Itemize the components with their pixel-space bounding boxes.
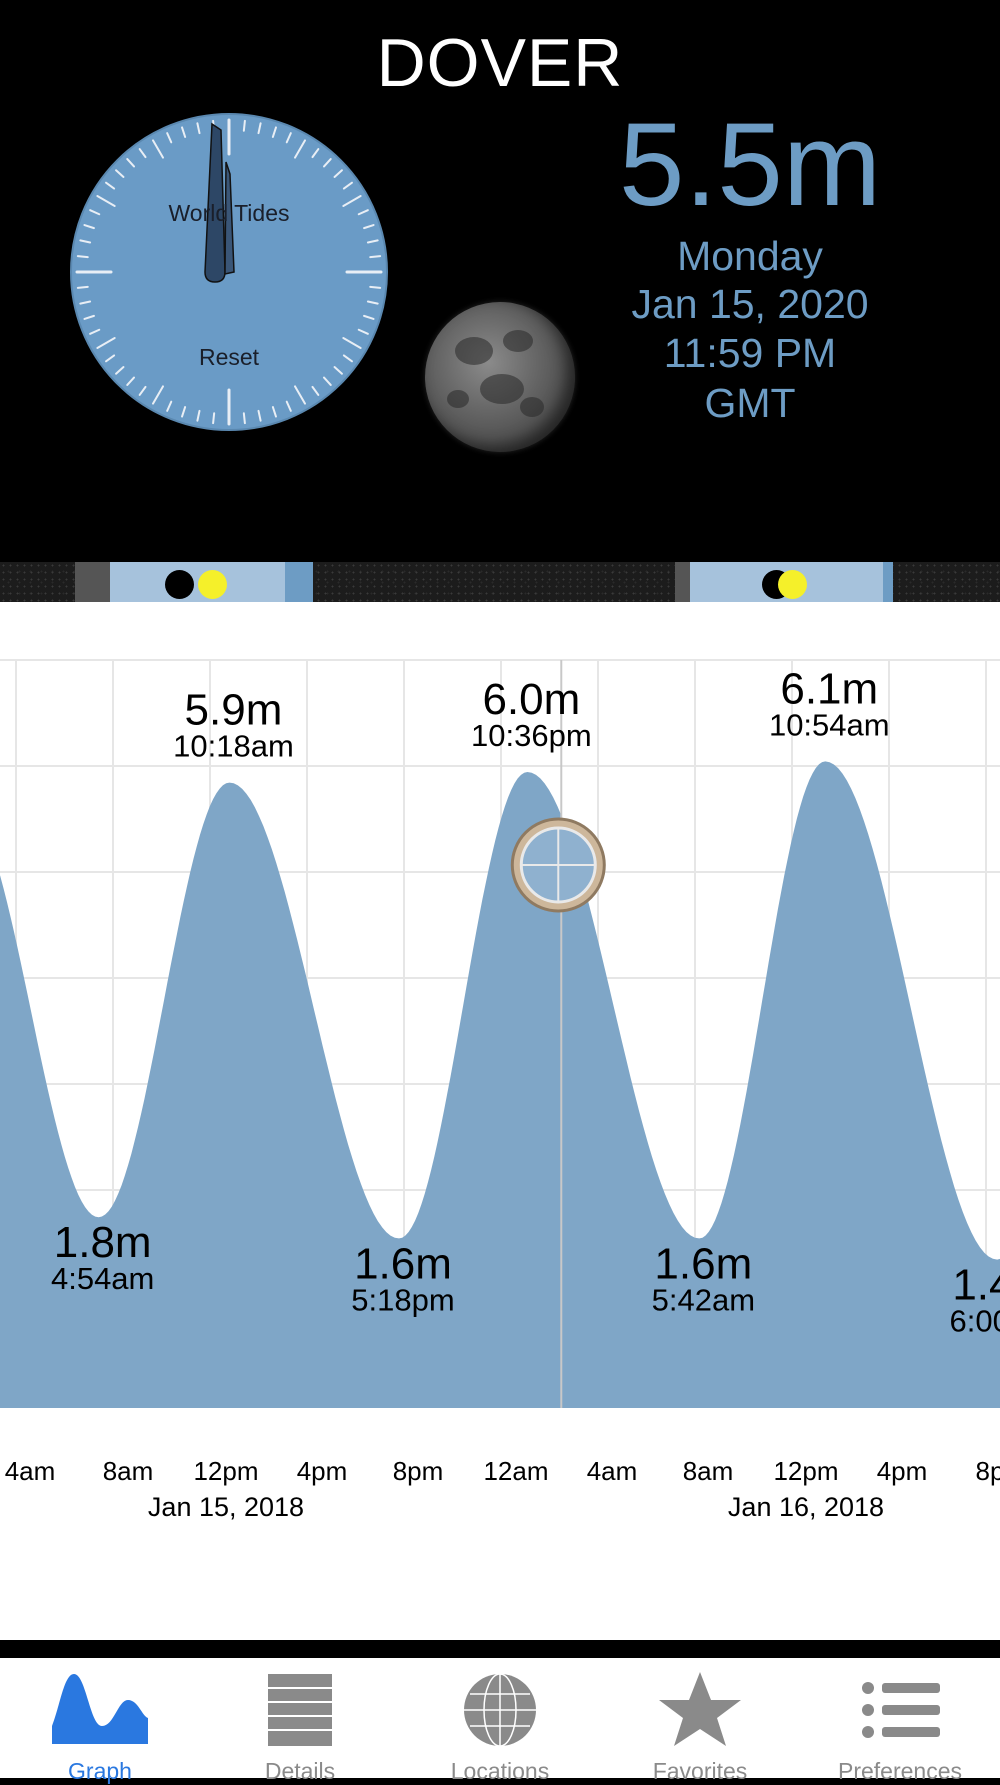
- x-tick-label: 8am: [103, 1456, 154, 1486]
- day-night-strip: [0, 562, 1000, 602]
- extreme-height-3: 6.0m: [482, 675, 580, 724]
- tide-graph[interactable]: 1.8m 4:54am 5.9m 10:18am 1.6m 5:18pm 6.0m 10:36…: [0, 602, 1000, 1640]
- x-tick-label: 12am: [483, 1456, 548, 1486]
- tab-preferences[interactable]: Preferences: [800, 1658, 1000, 1784]
- extreme-time-5: 10:54am: [769, 707, 890, 742]
- current-height: 5.5m: [618, 99, 882, 231]
- date-label: Jan 16, 2018: [728, 1492, 884, 1522]
- tab-details[interactable]: Details: [200, 1658, 400, 1784]
- current-time: 11:59 PM: [663, 330, 837, 376]
- tab-locations-label: Locations: [450, 1758, 550, 1784]
- tab-favorites-label: Favorites: [652, 1758, 748, 1784]
- details-icon: [268, 1674, 332, 1746]
- tab-locations[interactable]: Locations: [400, 1658, 600, 1784]
- header-panel: DOVER World Tides Reset 5.5m Monday Jan …: [0, 0, 1000, 562]
- extreme-height-0: 1.8m: [54, 1218, 152, 1267]
- sun-icon: [198, 570, 227, 599]
- current-day: Monday: [677, 233, 823, 279]
- x-tick-label: 4am: [5, 1456, 56, 1486]
- x-tick-label: 8am: [683, 1456, 734, 1486]
- extreme-height-2: 1.6m: [354, 1239, 452, 1288]
- tide-chart[interactable]: 1.8m4:54am5.9m10:18am1.6m5:18pm6.0m10:36…: [0, 602, 1000, 1640]
- current-timezone: GMT: [704, 380, 796, 426]
- x-tick-label: 8p: [976, 1456, 1000, 1486]
- clock-face-icon: [70, 113, 388, 431]
- graph-icon: [52, 1674, 148, 1744]
- x-tick-label: 4pm: [297, 1456, 348, 1486]
- x-tick-label: 4am: [587, 1456, 638, 1486]
- location-title: DOVER: [376, 25, 624, 101]
- x-tick-label: 12pm: [773, 1456, 838, 1486]
- sun-icon: [778, 570, 807, 599]
- tab-details-label: Details: [264, 1758, 336, 1784]
- tide-area: [0, 761, 1000, 1408]
- tab-graph[interactable]: Graph: [0, 1658, 200, 1784]
- x-tick-label: 4pm: [877, 1456, 928, 1486]
- list-icon: [862, 1682, 940, 1738]
- extreme-time-6: 6:00pm: [950, 1304, 1000, 1339]
- moon-dark-icon: [165, 570, 194, 599]
- tide-clock[interactable]: World Tides Reset: [69, 112, 389, 432]
- extreme-height-1: 5.9m: [185, 686, 283, 735]
- tab-bar: Graph Details Locations Favorites Prefer…: [0, 1658, 1000, 1784]
- globe-icon: [464, 1673, 536, 1746]
- tab-graph-label: Graph: [68, 1758, 132, 1784]
- star-icon: [659, 1672, 741, 1746]
- time-scrubber-knob[interactable]: [510, 817, 606, 913]
- extreme-time-0: 4:54am: [51, 1261, 154, 1296]
- tab-favorites[interactable]: Favorites: [600, 1658, 800, 1784]
- extreme-time-3: 10:36pm: [471, 718, 592, 753]
- current-date: Jan 15, 2020: [631, 281, 869, 327]
- tab-preferences-label: Preferences: [837, 1758, 962, 1784]
- extreme-height-4: 1.6m: [654, 1239, 752, 1288]
- extreme-time-4: 5:42am: [652, 1282, 755, 1317]
- date-label: Jan 15, 2018: [148, 1492, 304, 1522]
- extreme-height-6: 1.4m: [952, 1261, 1000, 1310]
- moon-phase-icon: [425, 302, 575, 452]
- extreme-time-1: 10:18am: [173, 729, 294, 764]
- x-tick-label: 12pm: [193, 1456, 258, 1486]
- extreme-time-2: 5:18pm: [351, 1282, 454, 1317]
- extreme-height-5: 6.1m: [780, 664, 878, 713]
- x-tick-label: 8pm: [393, 1456, 444, 1486]
